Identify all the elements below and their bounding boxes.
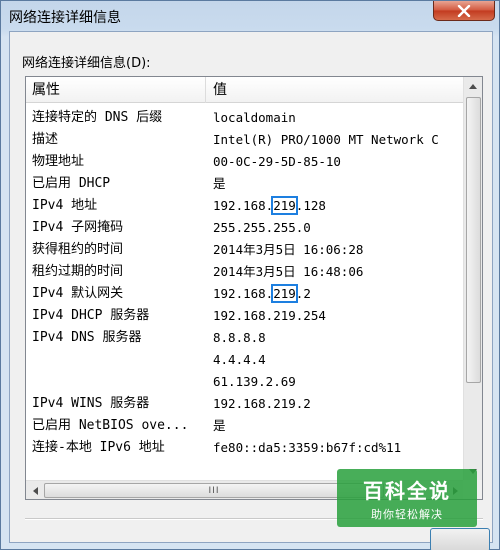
- value-prefix: 192.168.: [213, 198, 274, 213]
- row-value: 2014年3月5日 16:48:06: [213, 264, 364, 279]
- horizontal-scroll-thumb[interactable]: III: [44, 483, 384, 498]
- table-row[interactable]: 租约过期的时间 2014年3月5日 16:48:06: [26, 261, 464, 283]
- vertical-scrollbar[interactable]: [463, 77, 482, 481]
- row-property: IPv4 DHCP 服务器: [32, 308, 150, 323]
- row-value: 192.168.219.2: [213, 283, 463, 305]
- list-rows: 连接特定的 DNS 后缀 localdomain 描述 Intel(R) PRO/10…: [26, 107, 464, 479]
- scroll-left-button[interactable]: [27, 482, 43, 499]
- row-property: 物理地址: [32, 154, 85, 169]
- scroll-up-button[interactable]: [465, 78, 481, 95]
- close-icon: [457, 4, 471, 17]
- row-value: fe80::da5:3359:b67f:cd%11: [213, 440, 402, 455]
- watermark-logo: 百科全说 助你轻松解决: [337, 469, 477, 527]
- details-list-view[interactable]: 属性 值 连接特定的 DNS 后缀 localdomain 描述 Intel(R) P…: [25, 76, 483, 500]
- row-value: 是: [213, 418, 226, 433]
- subnet-highlight: 219: [271, 196, 298, 215]
- row-value: 192.168.219.2: [213, 396, 311, 411]
- window-close-button[interactable]: [433, 1, 495, 21]
- table-row[interactable]: 已启用 NetBIOS ove... 是: [26, 415, 464, 437]
- row-value: 4.4.4.4: [213, 352, 266, 367]
- row-value: Intel(R) PRO/1000 MT Network C: [213, 132, 439, 147]
- row-property: 连接-本地 IPv6 地址: [32, 440, 165, 455]
- row-property: 已启用 NetBIOS ove...: [32, 418, 189, 433]
- watermark-subtitle: 助你轻松解决: [371, 507, 443, 521]
- table-row[interactable]: 物理地址 00-0C-29-5D-85-10: [26, 151, 464, 173]
- dialog-window: 网络连接详细信息 网络连接详细信息(D): 属性 值 连接特定的 DNS 后缀 l…: [0, 0, 500, 550]
- row-value: 192.168.219.254: [213, 308, 326, 323]
- details-group-label: 网络连接详细信息(D):: [22, 56, 151, 71]
- list-header: 属性 值: [26, 77, 464, 103]
- watermark-title: 百科全说: [363, 478, 451, 503]
- row-property: IPv4 WINS 服务器: [32, 396, 150, 411]
- window-title: 网络连接详细信息: [9, 10, 121, 26]
- row-value: 192.168.219.128: [213, 195, 463, 217]
- row-property: 租约过期的时间: [32, 264, 124, 279]
- value-suffix: .2: [295, 286, 311, 301]
- arrow-left-icon: [32, 486, 38, 495]
- row-property: 已启用 DHCP: [32, 176, 111, 191]
- row-property: 连接特定的 DNS 后缀: [32, 110, 163, 125]
- table-row[interactable]: 已启用 DHCP 是: [26, 173, 464, 195]
- table-row[interactable]: IPv4 子网掩码 255.255.255.0: [26, 217, 464, 239]
- row-value: 是: [213, 176, 226, 191]
- row-value: localdomain: [213, 110, 296, 125]
- table-row[interactable]: IPv4 地址 192.168.219.128: [26, 195, 464, 217]
- title-bar[interactable]: 网络连接详细信息: [1, 1, 500, 31]
- row-value: 00-0C-29-5D-85-10: [213, 154, 341, 169]
- value-prefix: 192.168.: [213, 286, 274, 301]
- vertical-scroll-thumb[interactable]: [466, 97, 481, 383]
- row-property: IPv4 地址: [32, 198, 98, 213]
- row-property: IPv4 子网掩码: [32, 220, 124, 235]
- table-row[interactable]: 获得租约的时间 2014年3月5日 16:06:28: [26, 239, 464, 261]
- row-value: 2014年3月5日 16:06:28: [213, 242, 364, 257]
- row-value: 8.8.8.8: [213, 330, 266, 345]
- arrow-up-icon: [469, 84, 477, 89]
- table-row[interactable]: IPv4 默认网关 192.168.219.2: [26, 283, 464, 305]
- value-suffix: .128: [295, 198, 326, 213]
- close-button[interactable]: [430, 528, 490, 550]
- table-row[interactable]: IPv4 WINS 服务器 192.168.219.2: [26, 393, 464, 415]
- dialog-client-area: 网络连接详细信息(D): 属性 值 连接特定的 DNS 后缀 localdomai…: [9, 31, 493, 550]
- table-row[interactable]: 4.4.4.4: [26, 349, 464, 371]
- table-row[interactable]: 连接特定的 DNS 后缀 localdomain: [26, 107, 464, 129]
- column-header-property[interactable]: 属性: [26, 77, 206, 103]
- table-row[interactable]: IPv4 DNS 服务器 8.8.8.8: [26, 327, 464, 349]
- table-row[interactable]: IPv4 DHCP 服务器 192.168.219.254: [26, 305, 464, 327]
- subnet-highlight: 219: [271, 284, 298, 303]
- column-header-value[interactable]: 值: [207, 77, 464, 103]
- table-row[interactable]: 连接-本地 IPv6 地址 fe80::da5:3359:b67f:cd%11: [26, 437, 464, 459]
- row-property: 获得租约的时间: [32, 242, 124, 257]
- row-property: 描述: [32, 132, 59, 147]
- scroll-grip-icon: III: [208, 485, 220, 496]
- table-row[interactable]: 61.139.2.69: [26, 371, 464, 393]
- table-row[interactable]: 描述 Intel(R) PRO/1000 MT Network C: [26, 129, 464, 151]
- row-property: IPv4 默认网关: [32, 286, 124, 301]
- row-property: IPv4 DNS 服务器: [32, 330, 142, 345]
- row-value: 255.255.255.0: [213, 220, 311, 235]
- row-value: 61.139.2.69: [213, 374, 296, 389]
